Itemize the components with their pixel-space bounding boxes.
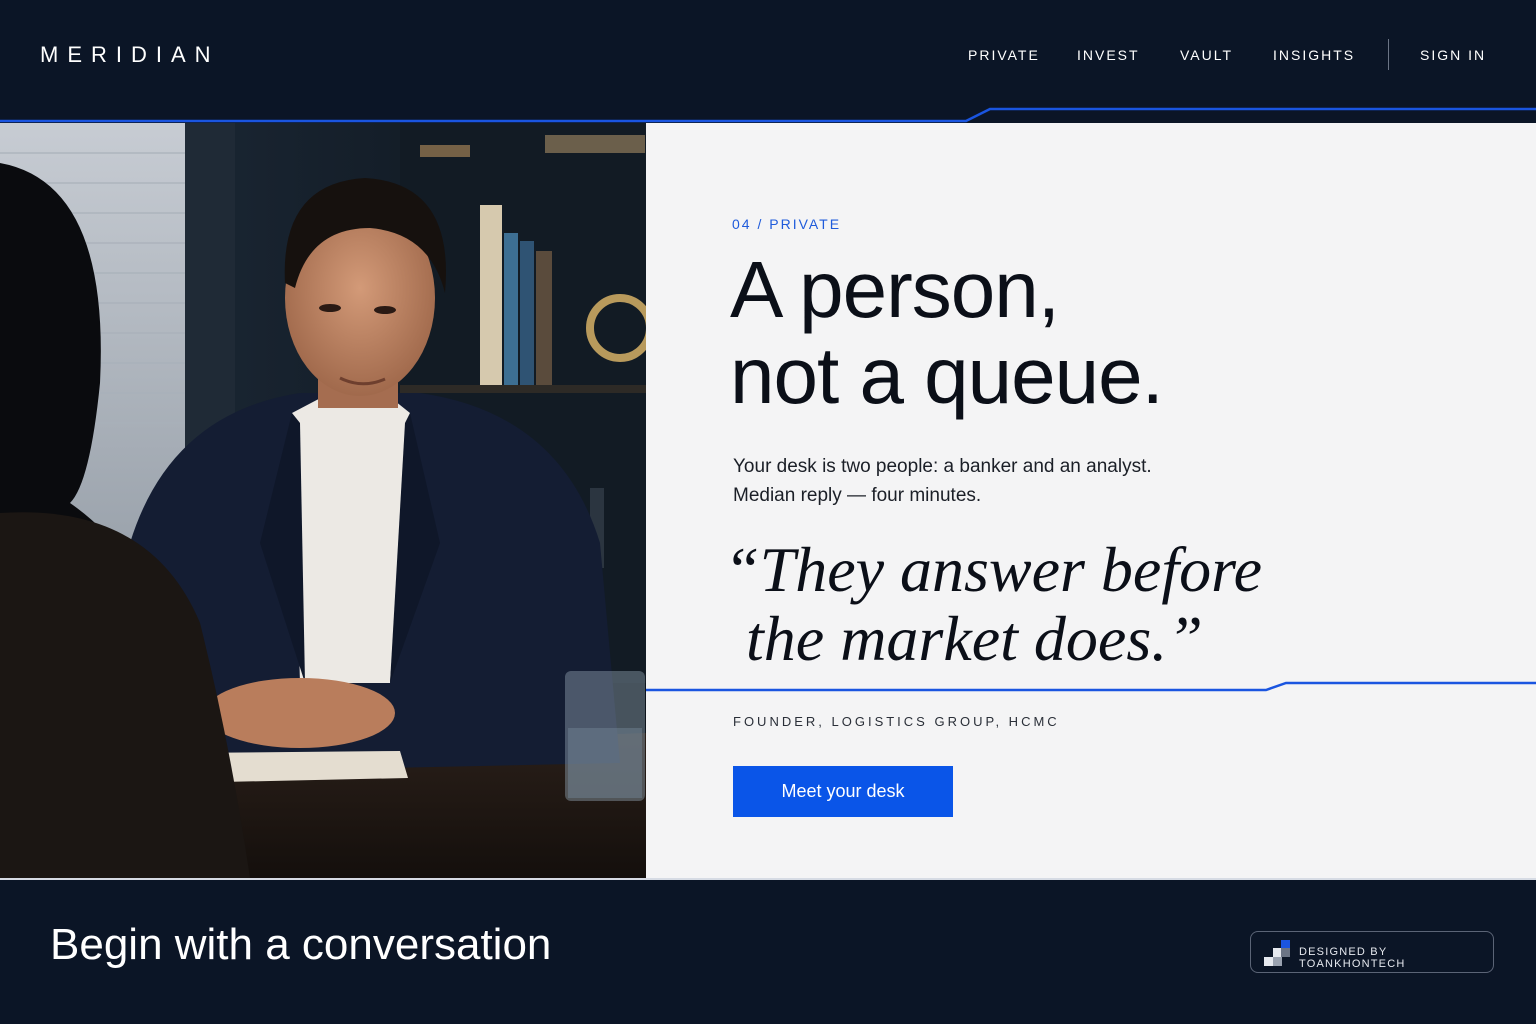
banker-photo — [0, 123, 646, 878]
sign-in-link[interactable]: SIGN IN — [1420, 47, 1486, 67]
headline-line-1: A person, — [730, 245, 1060, 334]
section-divider — [0, 878, 1536, 880]
hero-description: Your desk is two people: a banker and an… — [733, 452, 1493, 510]
nav-private[interactable]: PRIVATE — [968, 47, 1040, 67]
nav-insights[interactable]: INSIGHTS — [1273, 47, 1355, 67]
designer-badge[interactable]: DESIGNED BY TOANKHONTECH — [1250, 931, 1494, 973]
desc-line-2: Median reply — four minutes. — [733, 485, 982, 506]
footer-title: Begin with a conversation — [50, 920, 552, 969]
designer-badge-icon — [1264, 940, 1290, 966]
quote-line-1: “They answer before — [724, 534, 1263, 605]
headline-line-2: not a queue. — [730, 331, 1164, 420]
hero-headline: A person, not a queue. — [730, 247, 1490, 419]
testimonial-quote: “They answer before the market does.” — [724, 535, 1524, 673]
quote-attribution: FOUNDER, LOGISTICS GROUP, HCMC — [733, 714, 1060, 729]
hero-panel: 04 / PRIVATE A person, not a queue. Your… — [646, 123, 1536, 880]
nav-invest[interactable]: INVEST — [1077, 47, 1140, 67]
meet-your-desk-button[interactable]: Meet your desk — [733, 766, 953, 817]
nav-vault[interactable]: VAULT — [1180, 47, 1233, 67]
quote-accent-line — [646, 681, 1536, 692]
desc-line-1: Your desk is two people: a banker and an… — [733, 456, 1152, 477]
section-eyebrow: 04 / PRIVATE — [732, 216, 842, 232]
nav-divider — [1388, 39, 1389, 70]
logo[interactable]: MERIDIAN — [40, 42, 220, 68]
designer-badge-text: DESIGNED BY TOANKHONTECH — [1299, 946, 1406, 970]
quote-line-2: the market does.” — [746, 603, 1203, 674]
